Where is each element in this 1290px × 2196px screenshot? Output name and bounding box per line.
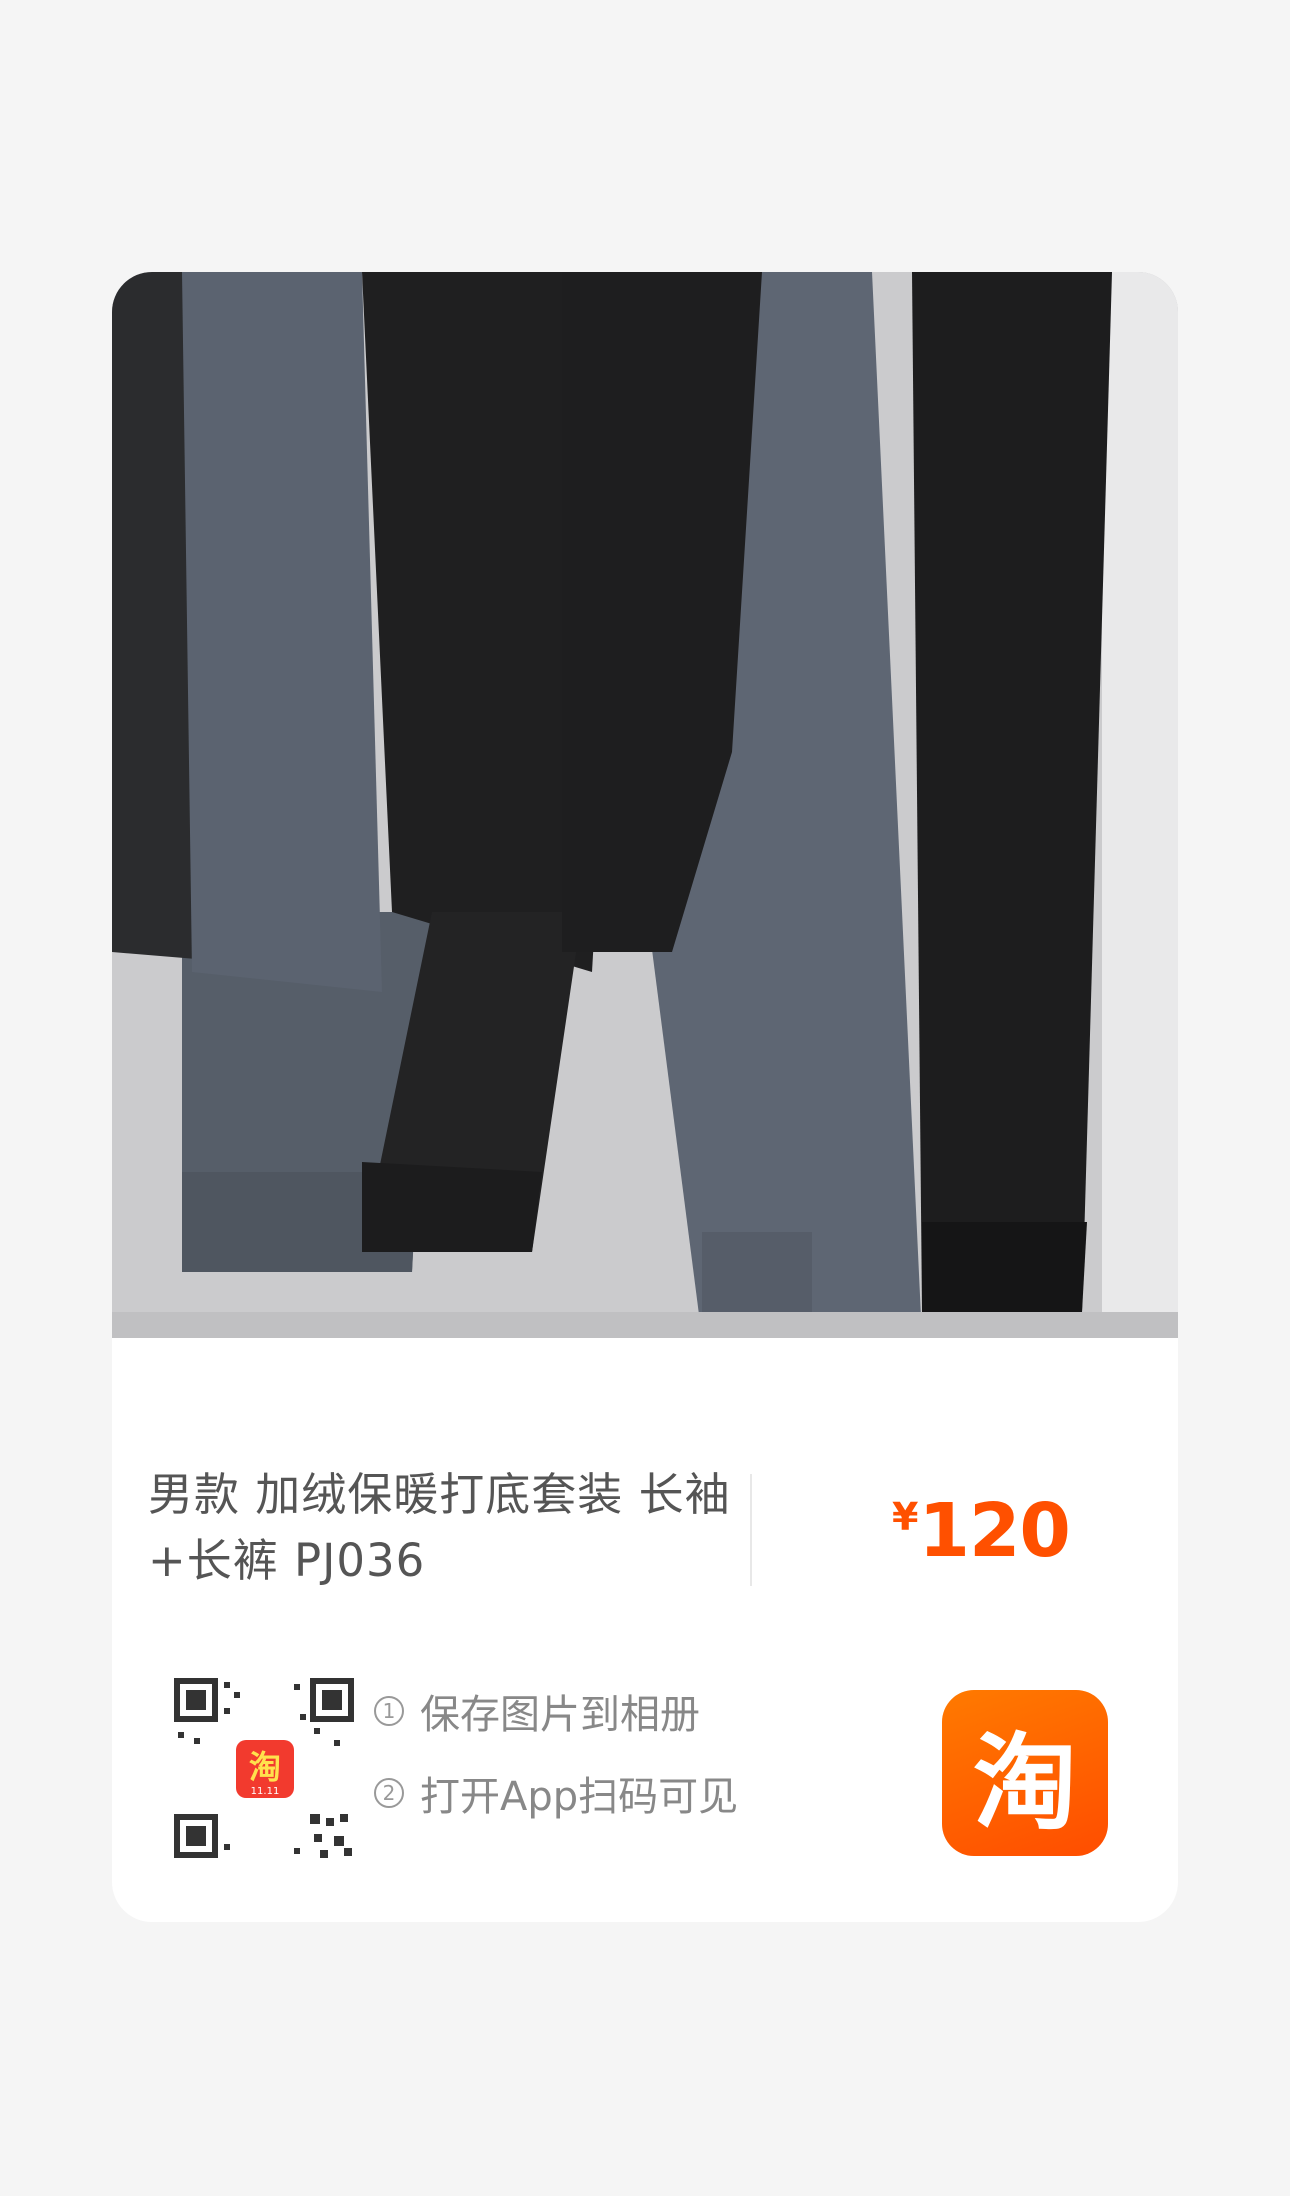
product-price: ¥120 — [892, 1488, 1071, 1574]
svg-text:11.11: 11.11 — [251, 1786, 280, 1797]
divider — [750, 1474, 752, 1586]
step-number-1: 1 — [374, 1696, 404, 1726]
taobao-logo-text: 淘 — [972, 1721, 1077, 1844]
taobao-logo-icon[interactable]: 淘 — [942, 1690, 1108, 1856]
qr-code[interactable]: 淘 11.11 — [174, 1678, 354, 1858]
product-title[interactable]: 男款 加绒保暖打底套装 长袖+长裤 PJ036 — [148, 1462, 748, 1594]
step-label: 打开App扫码可见 — [420, 1774, 739, 1820]
share-card: 男款 加绒保暖打底套装 长袖+长裤 PJ036 ¥120 淘 11.11 1 保… — [112, 272, 1178, 1922]
product-image[interactable] — [112, 272, 1178, 1338]
scan-instructions: 1 保存图片到相册 2 打开App扫码可见 — [374, 1670, 738, 1834]
currency-symbol: ¥ — [892, 1495, 919, 1539]
price-value: 120 — [918, 1488, 1070, 1574]
step-number-2: 2 — [374, 1778, 404, 1808]
product-photo-illustration — [112, 272, 1178, 1338]
step-label: 保存图片到相册 — [420, 1692, 700, 1738]
svg-text:淘: 淘 — [249, 1748, 281, 1786]
step-open-app: 2 打开App扫码可见 — [374, 1752, 738, 1834]
product-info: 男款 加绒保暖打底套装 长袖+长裤 PJ036 ¥120 淘 11.11 1 保… — [112, 1338, 1178, 1922]
qr-code-icon: 淘 11.11 — [174, 1678, 354, 1858]
step-save-image: 1 保存图片到相册 — [374, 1670, 738, 1752]
